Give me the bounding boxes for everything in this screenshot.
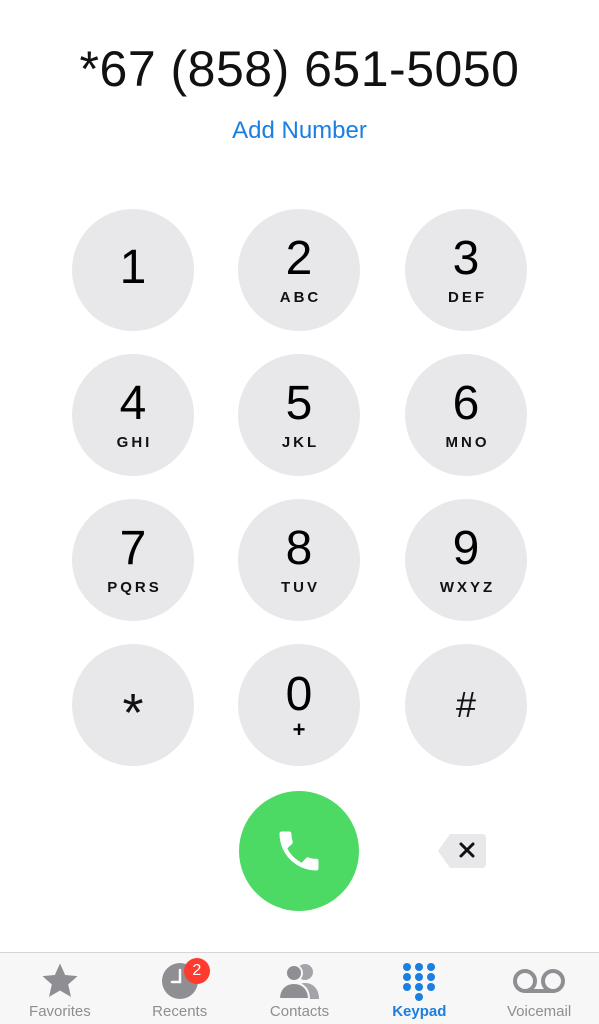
key-6[interactable]: 6 MNO (405, 354, 527, 476)
recents-badge: 2 (183, 958, 210, 984)
call-button[interactable] (239, 791, 359, 911)
key-letters: ABC (279, 288, 322, 306)
tab-favorites[interactable]: Favorites (0, 953, 120, 1024)
backspace-icon (438, 834, 486, 868)
key-3[interactable]: 3 DEF (405, 209, 527, 331)
keypad-icon (403, 963, 436, 1001)
key-letters: GHI (116, 433, 153, 451)
voicemail-icon (513, 969, 566, 993)
key-8[interactable]: 8 TUV (238, 499, 360, 621)
key-plus: + (292, 717, 306, 742)
key-1[interactable]: 1 (72, 209, 194, 331)
key-hash[interactable]: # (405, 644, 527, 766)
key-7[interactable]: 7 PQRS (72, 499, 194, 621)
key-letters: JKL (281, 433, 320, 451)
phone-icon (279, 831, 319, 871)
key-symbol: # (455, 684, 477, 725)
tab-voicemail[interactable]: Voicemail (479, 953, 599, 1024)
key-5[interactable]: 5 JKL (238, 354, 360, 476)
key-digit: 0 (285, 668, 313, 721)
contacts-icon (278, 964, 320, 1000)
tab-contacts[interactable]: Contacts (240, 953, 360, 1024)
key-digit: 5 (285, 376, 313, 430)
key-letters: MNO (445, 433, 490, 451)
dialed-number: *67 (858) 651-5050 (79, 41, 520, 97)
key-letters: PQRS (107, 578, 162, 596)
key-digit: 1 (119, 241, 147, 294)
key-digit: 4 (119, 376, 147, 430)
key-4[interactable]: 4 GHI (72, 354, 194, 476)
key-digit: 6 (452, 376, 480, 430)
tab-label: Keypad (392, 1003, 447, 1020)
tab-keypad[interactable]: Keypad (359, 953, 479, 1024)
tab-bar: Favorites 2 Recents Contacts Keypad Voic… (0, 952, 599, 1024)
add-number-link[interactable]: Add Number (0, 117, 599, 145)
phone-dialer-screen: *67 (858) 651-5050 Add Number 1 2 ABC 3 … (0, 0, 599, 1024)
key-digit: 7 (119, 521, 147, 575)
tab-label: Contacts (269, 1003, 330, 1020)
key-symbol: * (122, 683, 144, 743)
tab-label: Voicemail (506, 1003, 572, 1020)
key-letters: DEF (448, 288, 487, 306)
key-0[interactable]: 0 + (238, 644, 360, 766)
key-digit: 8 (285, 521, 313, 575)
key-star[interactable]: * (72, 644, 194, 766)
star-icon (42, 963, 78, 997)
key-digit: 2 (285, 231, 313, 285)
key-letters: WXYZ (439, 578, 496, 596)
tab-recents[interactable]: 2 Recents (120, 953, 240, 1024)
key-letters: TUV (281, 578, 320, 596)
tab-label: Recents (152, 1003, 208, 1020)
key-digit: 3 (452, 231, 480, 285)
delete-button[interactable] (436, 832, 488, 870)
key-9[interactable]: 9 WXYZ (405, 499, 527, 621)
tab-label: Favorites (29, 1003, 91, 1020)
key-2[interactable]: 2 ABC (238, 209, 360, 331)
key-digit: 9 (452, 521, 480, 575)
